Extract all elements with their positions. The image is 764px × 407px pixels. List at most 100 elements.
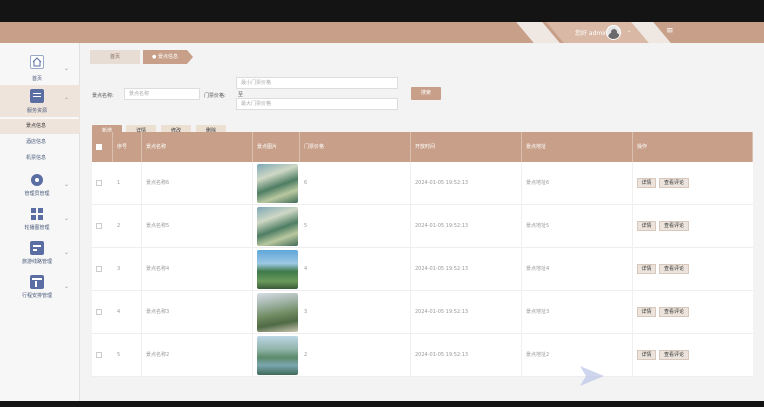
table-row[interactable]: 5 景点名称2 2 2024-01-05 19:52:13 景点地址2 详情 查… — [92, 334, 753, 377]
chevron-down-icon: ⌄ — [64, 65, 70, 72]
sidebar-item-carousel[interactable]: 轮播图管理 ⌄ — [0, 205, 80, 235]
row-detail-button[interactable]: 详情 — [637, 221, 656, 231]
circle-icon — [30, 173, 44, 187]
table-row[interactable]: 4 景点名称3 3 2024-01-05 19:52:13 景点地址3 详情 查… — [92, 291, 753, 334]
avatar[interactable] — [606, 25, 621, 40]
sidebar-item-label: 首页 — [31, 76, 42, 82]
menu-icon[interactable]: ≡ — [666, 26, 676, 36]
column-header: 序号 — [113, 132, 142, 162]
cell-index: 2 — [113, 205, 142, 248]
price-separator: 至 — [238, 92, 244, 98]
row-detail-button[interactable]: 详情 — [637, 307, 656, 317]
chevron-down-icon: ⌄ — [64, 283, 70, 290]
row-detail-button[interactable]: 详情 — [637, 178, 656, 188]
sidebar-item-routes[interactable]: 旅游线路管理 ⌄ — [0, 239, 80, 269]
header-select-all[interactable] — [92, 132, 113, 162]
row-review-button[interactable]: 查看评论 — [659, 178, 689, 188]
scenic-thumbnail — [257, 164, 298, 203]
cell-time: 2024-01-05 19:52:13 — [411, 205, 522, 248]
scenic-thumbnail — [257, 336, 298, 375]
row-detail-button[interactable]: 详情 — [637, 264, 656, 274]
column-header: 景点地址 — [522, 132, 633, 162]
chevron-down-icon[interactable]: ⌄ — [627, 28, 631, 34]
scenic-name-label: 景点名称: — [92, 93, 114, 99]
row-detail-button[interactable]: 详情 — [637, 350, 656, 360]
row-checkbox[interactable] — [96, 223, 102, 229]
cell-time: 2024-01-05 19:52:13 — [411, 248, 522, 291]
cell-time: 2024-01-05 19:52:13 — [411, 334, 522, 377]
cell-price: 6 — [300, 162, 411, 205]
row-checkbox[interactable] — [96, 266, 102, 272]
cell-name: 景点名称5 — [142, 205, 253, 248]
cell-address: 景点地址6 — [522, 162, 633, 205]
sidebar-item-home[interactable]: 首页 ⌄ — [0, 53, 80, 83]
cell-name: 景点名称2 — [142, 334, 253, 377]
cell-price: 4 — [300, 248, 411, 291]
row-review-button[interactable]: 查看评论 — [659, 221, 689, 231]
cell-index: 1 — [113, 162, 142, 205]
calendar-icon — [30, 275, 44, 289]
cell-address: 景点地址3 — [522, 291, 633, 334]
scenic-name-input[interactable]: 景点名称 — [124, 88, 200, 100]
column-header: 操作 — [633, 132, 753, 162]
breadcrumb-current: ● 景点信息 — [143, 50, 193, 64]
list-icon — [30, 89, 44, 103]
column-header: 景点名称 — [142, 132, 253, 162]
sidebar-item-label: 管理员管理 — [24, 191, 50, 197]
chevron-down-icon: ⌄ — [64, 215, 70, 222]
sidebar: 首页 ⌄ 服务资源 ⌃ 景点信息 酒店信息 机票信息 管理员管理 ⌄ 轮播图管理… — [0, 43, 80, 401]
price-min-input[interactable]: 最小门票价格 — [236, 77, 398, 89]
sidebar-item-label: 旅游线路管理 — [21, 259, 52, 265]
bottom-black-bar — [0, 401, 764, 407]
sidebar-sub-item-hotel[interactable]: 酒店信息 — [0, 135, 80, 150]
home-icon — [30, 55, 44, 69]
cell-time: 2024-01-05 19:52:13 — [411, 162, 522, 205]
app-window: 您好 admin ⌄ ≡ 首页 ⌄ 服务资源 ⌃ 景点信息 酒店信息 机票信息 — [0, 22, 764, 401]
sidebar-item-schedule[interactable]: 行程安排管理 ⌄ — [0, 273, 80, 303]
cell-name: 景点名称3 — [142, 291, 253, 334]
user-greeting[interactable]: 您好 admin — [575, 28, 608, 37]
row-checkbox[interactable] — [96, 352, 102, 358]
sidebar-sub-item-scenic[interactable]: 景点信息 — [0, 119, 80, 134]
search-button[interactable]: 搜索 — [411, 87, 441, 100]
price-label: 门票价格: — [204, 93, 226, 99]
column-header: 景点图片 — [253, 132, 300, 162]
cell-price: 3 — [300, 291, 411, 334]
cell-price: 2 — [300, 334, 411, 377]
sidebar-item-resources[interactable]: 服务资源 ⌃ — [0, 85, 80, 117]
chevron-down-icon: ⌄ — [64, 181, 70, 188]
grid-icon — [30, 207, 44, 221]
table-row[interactable]: 3 景点名称4 4 2024-01-05 19:52:13 景点地址4 详情 查… — [92, 248, 753, 291]
dashboard-icon — [30, 241, 44, 255]
top-black-bar — [0, 0, 764, 22]
row-checkbox[interactable] — [96, 180, 102, 186]
sidebar-item-label: 行程安排管理 — [21, 293, 52, 299]
sidebar-item-label: 轮播图管理 — [24, 225, 50, 231]
scenic-thumbnail — [257, 250, 298, 289]
column-header: 开放时间 — [411, 132, 522, 162]
column-header: 门票价格 — [300, 132, 411, 162]
cell-index: 3 — [113, 248, 142, 291]
play-watermark-icon — [580, 366, 604, 386]
cell-time: 2024-01-05 19:52:13 — [411, 291, 522, 334]
cell-name: 景点名称4 — [142, 248, 253, 291]
cell-name: 景点名称6 — [142, 162, 253, 205]
cell-price: 5 — [300, 205, 411, 248]
row-review-button[interactable]: 查看评论 — [659, 264, 689, 274]
cell-address: 景点地址5 — [522, 205, 633, 248]
price-max-input[interactable]: 最大门票价格 — [236, 98, 398, 110]
scenic-thumbnail — [257, 207, 298, 246]
table-row[interactable]: 2 景点名称5 5 2024-01-05 19:52:13 景点地址5 详情 查… — [92, 205, 753, 248]
row-review-button[interactable]: 查看评论 — [659, 350, 689, 360]
row-review-button[interactable]: 查看评论 — [659, 307, 689, 317]
scenic-thumbnail — [257, 293, 298, 332]
table-row[interactable]: 1 景点名称6 6 2024-01-05 19:52:13 景点地址6 详情 查… — [92, 162, 753, 205]
cell-index: 4 — [113, 291, 142, 334]
sidebar-item-admin[interactable]: 管理员管理 ⌄ — [0, 171, 80, 201]
row-checkbox[interactable] — [96, 309, 102, 315]
cell-index: 5 — [113, 334, 142, 377]
sidebar-sub-item-flight[interactable]: 机票信息 — [0, 151, 80, 166]
cell-address: 景点地址4 — [522, 248, 633, 291]
breadcrumb-home[interactable]: 首页 — [90, 50, 140, 64]
chevron-up-icon: ⌃ — [64, 97, 70, 104]
